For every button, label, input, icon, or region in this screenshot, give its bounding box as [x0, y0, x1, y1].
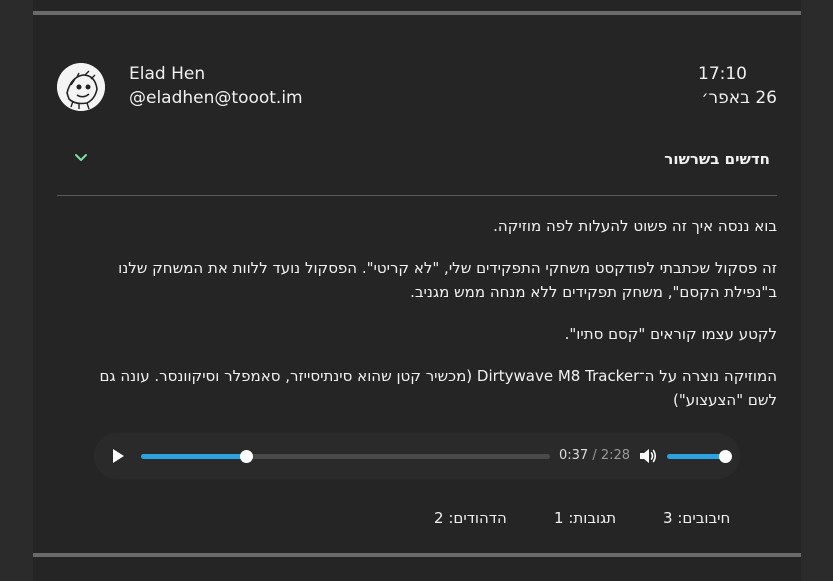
favourites-count: 3 [663, 509, 673, 527]
author-handle[interactable]: @eladhen@tooot.im [129, 88, 303, 108]
replies-stat[interactable]: תגובות: 1 [554, 509, 616, 527]
divider [57, 195, 777, 196]
play-icon[interactable] [110, 447, 126, 465]
post-paragraph: לקטע עצמו קוראים "קסם סתיו". [564, 325, 777, 343]
volume-slider[interactable] [667, 450, 732, 463]
post-paragraph: זה פסקול שכתבתי לפודקסט משחקי התפקידים ש… [118, 259, 777, 301]
top-separator [33, 11, 801, 15]
author-name[interactable]: Elad Hen [129, 64, 205, 84]
favourites-label: חיבובים: [677, 509, 731, 527]
post-date[interactable]: 26 באפר׳ [701, 88, 777, 108]
boosts-count: 2 [434, 509, 444, 527]
favourites-stat[interactable]: חיבובים: 3 [663, 509, 730, 527]
volume-thumb[interactable] [718, 450, 732, 463]
bottom-separator [33, 553, 801, 557]
replies-label: תגובות: [568, 509, 617, 527]
chevron-down-icon[interactable] [73, 152, 89, 164]
duration: 2:28 [600, 448, 631, 463]
boosts-label: הדהודים: [448, 509, 507, 527]
time-separator: / [592, 448, 597, 463]
avatar[interactable] [57, 63, 105, 111]
post-time[interactable]: 17:10 [698, 64, 747, 84]
avatar-drawing-icon [57, 63, 105, 111]
progress-slider[interactable] [141, 450, 550, 463]
time-display: 0:37 / 2:28 [559, 448, 630, 463]
speaker-icon[interactable] [638, 447, 658, 465]
progress-thumb[interactable] [239, 450, 253, 463]
volume-fill [667, 454, 725, 459]
progress-fill [141, 454, 247, 459]
current-time: 0:37 [559, 448, 589, 463]
post-paragraph: המוזיקה נוצרה על ה־Dirtywave M8 Tracker … [99, 367, 777, 409]
post-paragraph: בוא ננסה איך זה פשוט להעלות לפה מוזיקה. [493, 217, 777, 235]
post-content: בוא ננסה איך זה פשוט להעלות לפה מוזיקה. … [70, 214, 777, 430]
boosts-stat[interactable]: הדהודים: 2 [434, 509, 507, 527]
thread-new-label[interactable]: חדשים בשרשור [664, 150, 770, 168]
replies-count: 1 [554, 509, 564, 527]
